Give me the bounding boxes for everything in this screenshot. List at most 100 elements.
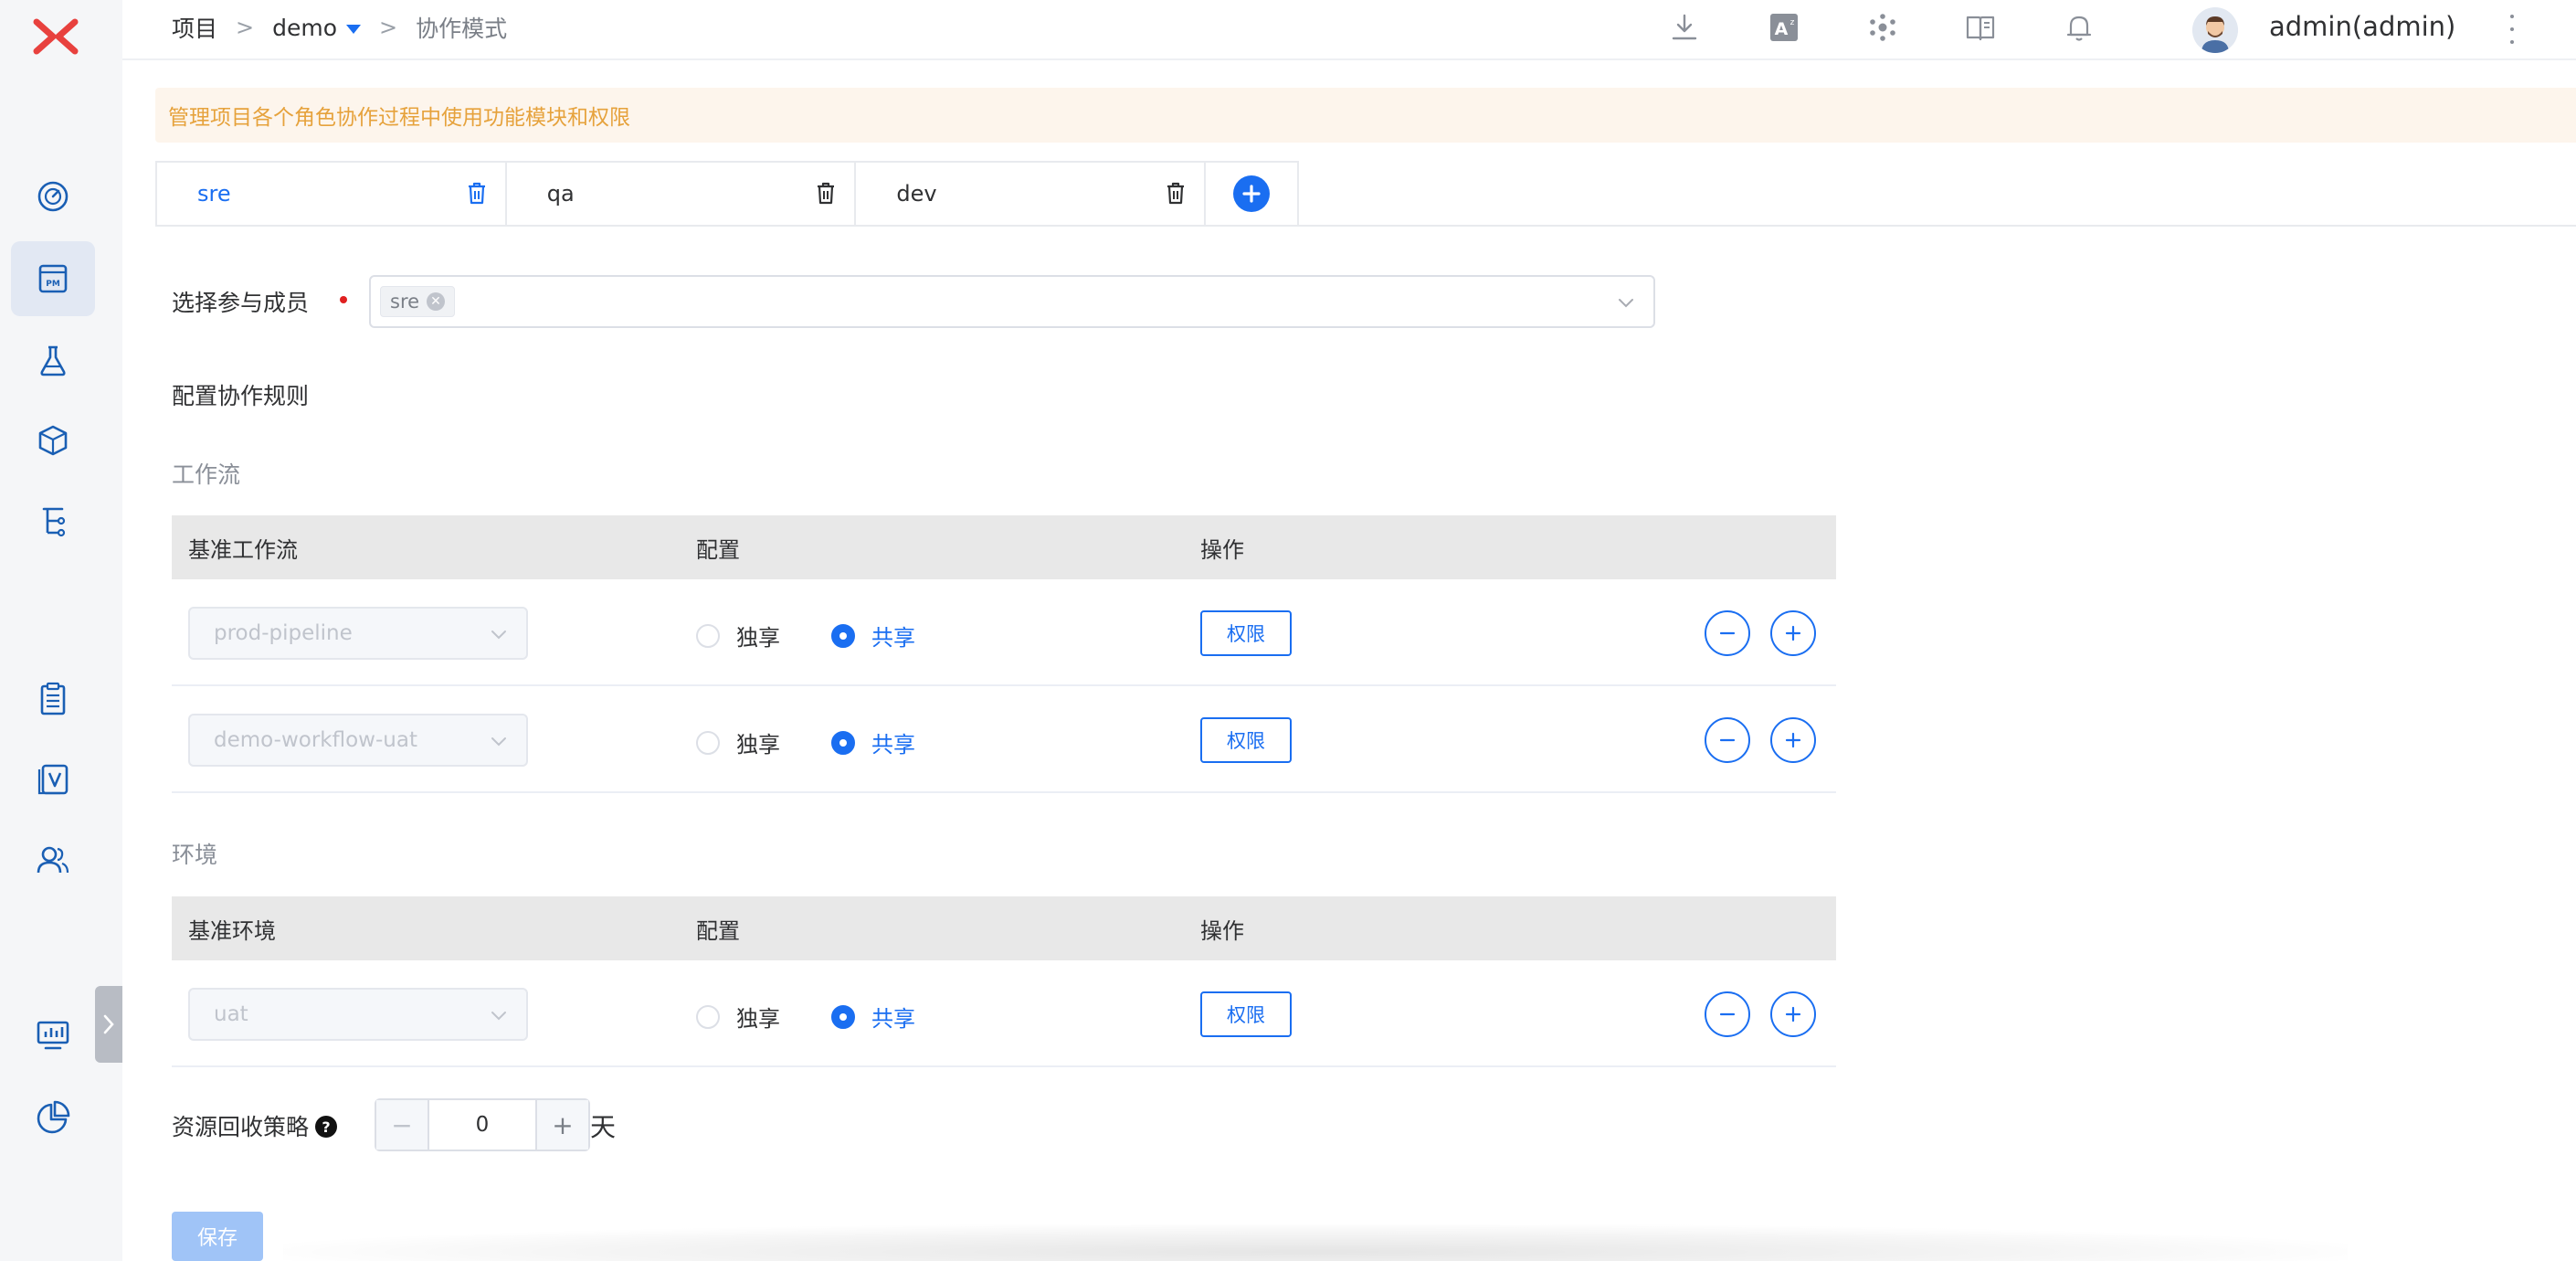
monitor-icon <box>37 1021 69 1050</box>
member-tag: sre ✕ <box>380 286 456 317</box>
workflow-table: 基准工作流 配置 操作 prod-pipeline 独享 共享 权限 demo-… <box>172 515 1836 793</box>
radio-shared[interactable]: 共享 <box>831 1001 915 1033</box>
download-button[interactable] <box>1668 11 1701 44</box>
trash-icon[interactable] <box>1162 179 1189 207</box>
add-row-button[interactable] <box>1770 610 1816 656</box>
close-icon[interactable]: ✕ <box>427 292 446 311</box>
sidebar-item-testing[interactable] <box>11 323 95 398</box>
plus-icon <box>1785 732 1801 748</box>
breadcrumb-project-select[interactable]: demo <box>272 15 362 41</box>
svg-text:z: z <box>1790 18 1795 27</box>
tab-sre[interactable]: sre <box>157 163 507 225</box>
chevron-down-icon <box>1619 299 1633 308</box>
sidebar-item-users[interactable] <box>11 822 95 897</box>
avatar[interactable] <box>2192 7 2238 53</box>
table-row: uat 独享 共享 权限 <box>172 960 1836 1067</box>
testing-icon <box>40 345 66 376</box>
sidebar-item-clipboard[interactable] <box>11 662 95 736</box>
pie-chart-icon <box>37 1100 70 1134</box>
trash-icon[interactable] <box>812 179 839 207</box>
breadcrumb-separator: > <box>236 15 255 40</box>
top-header: 项目 > demo > 协作模式 Az admin(admin) <box>122 0 2576 60</box>
network-button[interactable] <box>1866 11 1899 44</box>
user-avatar-icon <box>2192 7 2238 53</box>
workflow-select: prod-pipeline <box>188 607 528 660</box>
sidebar-item-project[interactable]: PM <box>11 241 95 316</box>
add-row-button[interactable] <box>1770 717 1816 763</box>
permission-button[interactable]: 权限 <box>1200 610 1292 656</box>
remove-row-button[interactable] <box>1705 991 1750 1037</box>
radio-shared[interactable]: 共享 <box>831 620 915 652</box>
artifact-icon <box>38 425 68 456</box>
tab-dev[interactable]: dev <box>856 163 1207 225</box>
remove-row-button[interactable] <box>1705 610 1750 656</box>
permission-button[interactable]: 权限 <box>1200 717 1292 763</box>
tab-label: qa <box>546 181 575 207</box>
add-row-button[interactable] <box>1770 991 1816 1037</box>
tab-label: dev <box>896 181 937 207</box>
table-row: prod-pipeline 独享 共享 权限 <box>172 579 1836 686</box>
member-tag-label: sre <box>390 291 420 313</box>
recycle-unit: 天 <box>590 1112 617 1142</box>
breadcrumb-projects[interactable]: 项目 <box>172 11 217 44</box>
app-logo[interactable] <box>33 18 79 55</box>
minus-icon <box>1719 1012 1736 1016</box>
version-icon <box>37 764 69 795</box>
column-header: 配置 <box>696 536 740 563</box>
more-menu-button[interactable] <box>2508 15 2516 44</box>
environment-select-value: uat <box>214 1002 248 1026</box>
sidebar-item-tree[interactable] <box>11 484 95 559</box>
clipboard-icon <box>40 682 66 715</box>
recycle-days-input[interactable]: 0 <box>429 1100 535 1150</box>
workflow-section-title: 工作流 <box>172 461 241 488</box>
column-header: 基准工作流 <box>188 536 298 563</box>
radio-exclusive[interactable]: 独享 <box>696 726 780 758</box>
sidebar-item-dashboard[interactable] <box>11 159 95 234</box>
increment-button[interactable]: + <box>535 1100 588 1150</box>
bottom-shadow <box>283 1224 2348 1261</box>
column-header: 配置 <box>696 917 740 944</box>
radio-label: 独享 <box>736 732 780 758</box>
help-icon[interactable]: ? <box>315 1116 337 1138</box>
workflow-select-value: prod-pipeline <box>214 621 353 645</box>
tab-qa[interactable]: qa <box>507 163 857 225</box>
recycle-label: 资源回收策略 <box>172 1114 310 1140</box>
radio-exclusive[interactable]: 独享 <box>696 620 780 652</box>
sidebar-item-monitor[interactable] <box>11 998 95 1073</box>
svg-text:PM: PM <box>46 280 60 289</box>
column-header: 基准环境 <box>188 917 276 944</box>
sidebar-item-version[interactable] <box>11 742 95 817</box>
radio-exclusive[interactable]: 独享 <box>696 1001 780 1033</box>
sidebar-collapse-handle[interactable] <box>95 986 122 1063</box>
docs-button[interactable] <box>1964 11 1997 44</box>
member-select[interactable]: sre ✕ <box>369 275 1655 328</box>
column-header: 操作 <box>1200 536 1244 563</box>
table-header: 基准环境 配置 操作 <box>172 896 1836 960</box>
breadcrumb: 项目 > demo > 协作模式 <box>172 11 507 44</box>
chevron-right-icon <box>103 1014 114 1034</box>
add-tab-button[interactable] <box>1206 163 1297 225</box>
trash-icon[interactable] <box>463 179 491 207</box>
translate-button[interactable]: Az <box>1768 11 1800 44</box>
tree-icon <box>42 507 66 537</box>
radio-label: 共享 <box>871 1006 915 1032</box>
user-name[interactable]: admin(admin) <box>2269 11 2455 42</box>
minus-icon <box>1719 631 1736 635</box>
recycle-days-stepper: − 0 + <box>375 1098 590 1151</box>
caret-down-icon <box>346 24 362 34</box>
save-button[interactable]: 保存 <box>172 1212 263 1261</box>
project-icon: PM <box>38 264 68 293</box>
remove-row-button[interactable] <box>1705 717 1750 763</box>
plus-icon <box>1233 175 1271 212</box>
app-root: PM 项目 > demo > 协作模式 A z admin(admin) 管理项… <box>0 0 2576 1261</box>
notification-button[interactable] <box>2063 11 2096 44</box>
environment-select: uat <box>188 988 528 1041</box>
workflow-select: demo-workflow-uat <box>188 714 528 767</box>
sidebar-item-artifact[interactable] <box>11 404 95 479</box>
radio-shared[interactable]: 共享 <box>831 726 915 758</box>
sidebar-item-pie-chart[interactable] <box>11 1080 95 1155</box>
permission-button[interactable]: 权限 <box>1200 991 1292 1037</box>
role-tabs: sre qa dev <box>155 161 1299 225</box>
members-label: 选择参与成员 <box>172 290 310 316</box>
decrement-button[interactable]: − <box>376 1100 429 1150</box>
